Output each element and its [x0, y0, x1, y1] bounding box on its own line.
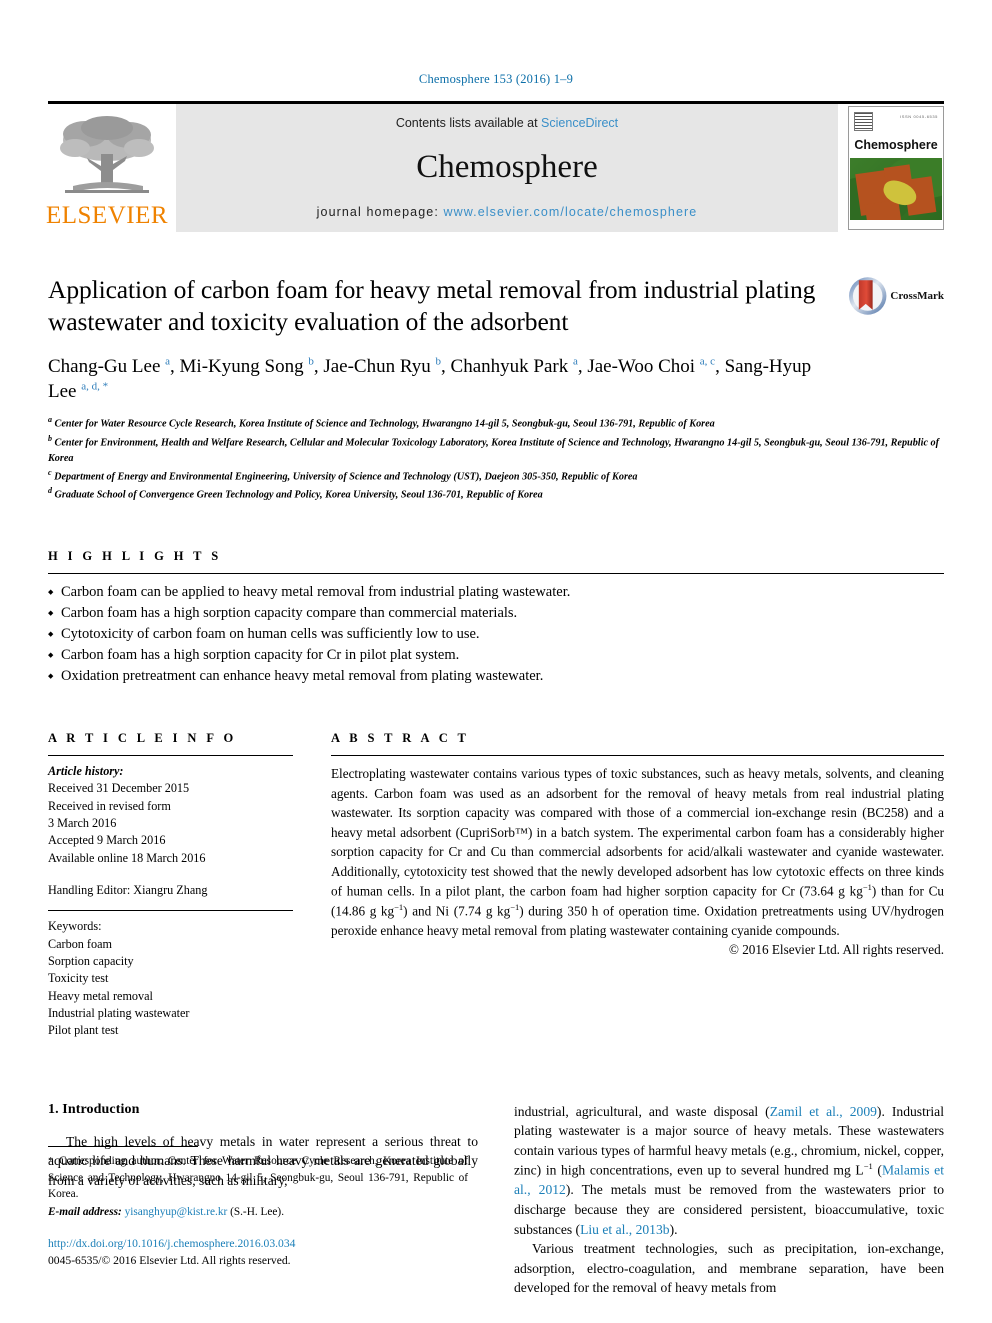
email-label: E-mail address: [48, 1205, 122, 1218]
history-line: Received in revised form [48, 798, 171, 813]
cover-bottom-bar [849, 220, 943, 229]
abstract-heading: A B S T R A C T [331, 731, 470, 746]
highlights-list: Carbon foam can be applied to heavy meta… [48, 582, 944, 687]
page-title: Application of carbon foam for heavy met… [48, 275, 816, 337]
journal-homepage-line: journal homepage: www.elsevier.com/locat… [317, 205, 698, 219]
affiliation-item: a Center for Water Resource Cycle Resear… [48, 415, 715, 430]
keyword-item: Pilot plant test [48, 1023, 119, 1038]
elsevier-tree-icon [60, 116, 154, 193]
keyword-item: Sorption capacity [48, 954, 134, 969]
keywords-rule [48, 910, 293, 912]
list-item: Oxidation pretreatment can enhance heavy… [48, 666, 944, 687]
list-item: Carbon foam has a high sorption capacity… [48, 645, 944, 666]
affiliation-item: c Department of Energy and Environmental… [48, 467, 638, 483]
doi-link[interactable]: http://dx.doi.org/10.1016/j.chemosphere.… [48, 1236, 468, 1253]
crossmark-badge[interactable]: CrossMark [848, 276, 944, 316]
section-heading-introduction: 1. Introduction [48, 1101, 140, 1117]
body-column-right: industrial, agricultural, and waste disp… [514, 1102, 944, 1298]
list-item: Carbon foam can be applied to heavy meta… [48, 582, 944, 603]
article-info-column: A R T I C L E I N F O Article history: R… [48, 731, 293, 1040]
corresponding-author-note: * Corresponding author. Center for Water… [48, 1155, 468, 1200]
journal-title: Chemosphere [416, 149, 598, 185]
history-line: Received 31 December 2015 [48, 781, 190, 796]
cover-journal-title: Chemosphere [854, 138, 938, 152]
email-suffix: (S.-H. Lee). [230, 1205, 285, 1218]
abstract-column: A B S T R A C T Electroplating wastewate… [331, 731, 944, 1040]
paragraph: industrial, agricultural, and waste disp… [514, 1103, 944, 1237]
sciencedirect-link[interactable]: ScienceDirect [541, 116, 618, 130]
abstract-rule [331, 755, 944, 757]
doi-block: http://dx.doi.org/10.1016/j.chemosphere.… [48, 1236, 468, 1270]
article-history-block: Article history: Received 31 December 20… [48, 763, 293, 899]
handling-editor: Handling Editor: Xiangru Zhang [48, 883, 208, 898]
contents-prefix: Contents lists available at [395, 116, 542, 130]
list-item: Carbon foam has a high sorption capacity… [48, 603, 944, 624]
highlights-heading: H I G H L I G H T S [48, 549, 222, 564]
info-abstract-row: A R T I C L E I N F O Article history: R… [48, 731, 944, 1040]
author-list: Chang-Gu Lee a, Mi-Kyung Song b, Jae-Chu… [48, 355, 812, 403]
history-line: Available online 18 March 2016 [48, 850, 206, 865]
title-block: CrossMark Application of carbon foam for… [48, 274, 944, 503]
cover-artwork [850, 158, 942, 220]
email-link[interactable]: yisanghyup@kist.re.kr [125, 1206, 228, 1218]
elsevier-logo: ELSEVIER [45, 104, 169, 232]
issn-copyright-line: 0045-6535/© 2016 Elsevier Ltd. All right… [48, 1253, 291, 1267]
crossmark-icon [848, 277, 887, 315]
affiliation-item: b Center for Environment, Health and Wel… [48, 433, 940, 464]
cover-publisher-mark-icon [854, 112, 873, 131]
history-line: Accepted 9 March 2016 [48, 833, 166, 848]
cover-issn-text: ISSN 0045-6535 [900, 114, 938, 119]
masthead-center: Contents lists available at ScienceDirec… [176, 104, 838, 232]
article-history-label: Article history: [48, 764, 124, 779]
affiliation-list: a Center for Water Resource Cycle Resear… [48, 414, 944, 503]
footnote-area: * Corresponding author. Center for Water… [48, 1146, 468, 1269]
affiliation-item: d Graduate School of Convergence Green T… [48, 485, 543, 501]
paragraph: Various treatment technologies, such as … [514, 1241, 944, 1296]
abstract-text: Electroplating wastewater contains vario… [331, 766, 944, 939]
contents-available-line: Contents lists available at ScienceDirec… [396, 116, 618, 130]
highlights-rule [48, 573, 944, 575]
footnote-rule [48, 1146, 198, 1147]
article-info-rule [48, 755, 293, 757]
article-page: Chemosphere 153 (2016) 1–9 ELSEVIER Cont… [0, 0, 992, 1323]
history-line: 3 March 2016 [48, 816, 117, 831]
keyword-item: Industrial plating wastewater [48, 1006, 190, 1021]
homepage-prefix: journal homepage: [316, 205, 444, 219]
running-head: Chemosphere 153 (2016) 1–9 [418, 72, 574, 86]
list-item: Cytotoxicity of carbon foam on human cel… [48, 624, 944, 645]
corresponding-email-note: E-mail address: yisanghyup@kist.re.kr (S… [48, 1204, 468, 1220]
highlights-section: H I G H L I G H T S Carbon foam can be a… [48, 549, 944, 687]
keywords-block: Keywords: Carbon foam Sorption capacity … [48, 918, 293, 1039]
keyword-item: Heavy metal removal [48, 988, 153, 1003]
keyword-item: Carbon foam [48, 936, 112, 951]
elsevier-wordmark: ELSEVIER [45, 202, 169, 229]
keywords-label: Keywords: [48, 919, 102, 934]
journal-masthead: ELSEVIER Contents lists available at Sci… [45, 101, 944, 232]
journal-cover-thumbnail[interactable]: ISSN 0045-6535 Chemosphere [848, 106, 944, 230]
crossmark-label: CrossMark [890, 290, 944, 302]
cover-top-bar: ISSN 0045-6535 [849, 107, 943, 137]
keyword-item: Toxicity test [48, 971, 109, 986]
article-info-heading: A R T I C L E I N F O [48, 731, 237, 746]
homepage-link[interactable]: www.elsevier.com/locate/chemosphere [443, 205, 697, 219]
abstract-copyright: © 2016 Elsevier Ltd. All rights reserved… [728, 941, 944, 957]
